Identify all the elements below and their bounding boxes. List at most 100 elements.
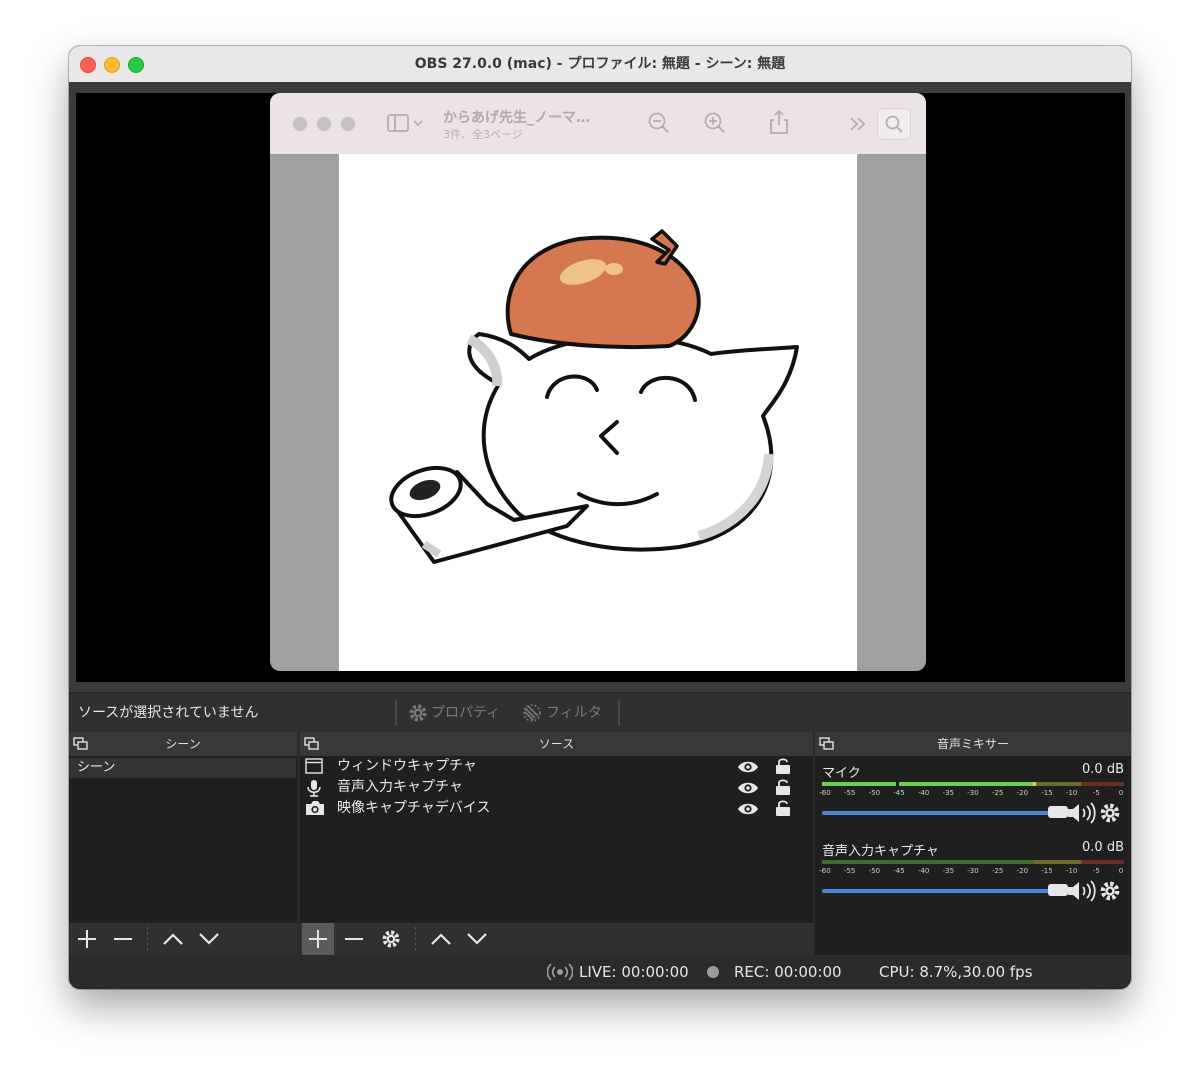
move-scene-down-button[interactable]	[193, 923, 225, 955]
volume-slider-knob[interactable]	[1048, 884, 1068, 896]
meter-tick-label: -35	[942, 867, 955, 875]
minus-icon	[114, 938, 132, 940]
scenes-dock: シーン シーン	[69, 732, 297, 955]
source-label: 音声入力キャプチャ	[337, 779, 463, 795]
meter-tick-label: 0	[1118, 789, 1124, 797]
unlocked-padlock-icon[interactable]	[775, 757, 791, 775]
audio-mixer-dock: 音声ミキサー マイク 0.0 dB -60 -55 -50 -45 -40 -35 -30-…	[815, 732, 1131, 955]
captured-toolbar: からあげ先生_ノーマ… 3件、全3ページ	[270, 93, 926, 154]
add-source-button[interactable]	[302, 923, 334, 955]
zoom-out-icon	[648, 112, 669, 133]
meter-tick-label: -60	[819, 789, 831, 797]
search-icon	[885, 115, 903, 133]
channel-db: 0.0 dB	[1082, 840, 1124, 855]
move-source-up-button[interactable]	[425, 923, 457, 955]
meter-tick-label: -50	[868, 789, 881, 797]
mixer-dock-header: 音声ミキサー	[815, 732, 1131, 756]
meter-tick-label: -30	[967, 867, 979, 875]
meter-background	[822, 860, 1124, 864]
move-scene-up-button[interactable]	[157, 923, 189, 955]
record-dot-icon	[707, 966, 719, 978]
source-properties-button[interactable]	[375, 923, 407, 955]
visibility-eye-icon[interactable]	[737, 781, 759, 795]
meter-ticks: -60 -55 -50 -45 -40 -35 -30 -25 -20 -15 -10 -5 0	[819, 867, 1124, 877]
microphone-icon	[307, 780, 321, 797]
meter-tick-label: -60	[819, 867, 831, 875]
minus-icon	[345, 938, 363, 940]
filters-button[interactable]: フィルタ	[521, 694, 602, 732]
zoom-in-icon	[704, 112, 725, 133]
captured-search-box	[877, 108, 911, 140]
volume-slider-knob[interactable]	[1048, 806, 1068, 818]
source-controls-bar: ソースが選択されていません プロパティ フィルタ	[69, 694, 1131, 732]
source-list-item[interactable]: ウィンドウキャプチャ	[300, 756, 813, 777]
controls-separator	[618, 700, 620, 726]
channel-db: 0.0 dB	[1082, 762, 1124, 777]
source-label: 映像キャプチャデバイス	[337, 800, 491, 816]
title-bar[interactable]: OBS 27.0.0 (mac) - プロファイル: 無題 - シーン: 無題	[69, 46, 1131, 83]
undock-icon[interactable]	[819, 737, 835, 751]
camera-icon	[306, 801, 324, 815]
undock-icon[interactable]	[73, 737, 89, 751]
plus-icon	[309, 930, 327, 948]
speaker-icon[interactable]	[1066, 880, 1096, 902]
meter-tick-label: -25	[991, 789, 1004, 797]
source-list-item[interactable]: 映像キャプチャデバイス	[300, 798, 813, 819]
move-source-down-button[interactable]	[461, 923, 493, 955]
cpu-fps-readout: CPU: 8.7%,30.00 fps	[879, 963, 1033, 981]
gear-icon[interactable]	[1099, 880, 1121, 902]
preview-area: からあげ先生_ノーマ… 3件、全3ページ	[69, 82, 1131, 692]
plus-icon	[78, 930, 96, 948]
captured-minimize-dot	[317, 117, 331, 131]
source-list-item[interactable]: 音声入力キャプチャ	[300, 777, 813, 798]
toolbar-divider	[415, 927, 417, 951]
remove-scene-button[interactable]	[107, 923, 139, 955]
add-scene-button[interactable]	[71, 923, 103, 955]
sources-dock-title: ソース	[538, 737, 575, 751]
source-label: ウィンドウキャプチャ	[337, 758, 477, 774]
meter-tick-label: -55	[843, 867, 856, 875]
meter-tick-label: -45	[893, 789, 905, 797]
scene-list-item[interactable]: シーン	[69, 758, 296, 778]
speaker-icon[interactable]	[1066, 802, 1096, 824]
captured-document-page	[339, 154, 857, 671]
sidebar-toggle-icon	[387, 114, 423, 132]
filters-label: フィルタ	[546, 705, 602, 721]
remove-source-button[interactable]	[338, 923, 370, 955]
meter-tick-label: -20	[1016, 867, 1029, 875]
volume-slider[interactable]	[822, 884, 1068, 896]
volume-slider[interactable]	[822, 806, 1068, 818]
share-icon	[770, 109, 788, 134]
visibility-eye-icon[interactable]	[737, 802, 759, 816]
sources-dock: ソース ウィンドウキャプチャ 音声入力キャプチャ 映像キャプチャデバイス	[300, 732, 813, 955]
meter-tick-label: -5	[1092, 867, 1100, 875]
scenes-toolbar	[69, 923, 297, 955]
unlocked-padlock-icon[interactable]	[775, 778, 791, 796]
meter-tick-label: -40	[917, 789, 930, 797]
properties-label: プロパティ	[431, 705, 501, 721]
window-capture-icon	[305, 758, 323, 774]
meter-tick-label: -45	[893, 867, 905, 875]
scenes-dock-title: シーン	[165, 737, 201, 751]
volume-meter	[822, 782, 1124, 786]
channel-name: 音声入力キャプチャ	[822, 844, 939, 859]
chevron-down-icon	[467, 933, 487, 945]
gear-icon	[409, 704, 427, 722]
meter-ticks: -60 -55 -50 -45 -40 -35 -30 -25 -20 -15 -10 -5 0	[819, 789, 1124, 799]
unlocked-padlock-icon[interactable]	[775, 799, 791, 817]
captured-document-title: からあげ先生_ノーマ…	[443, 110, 590, 126]
live-timer: LIVE: 00:00:00	[579, 963, 689, 981]
undock-icon[interactable]	[304, 737, 320, 751]
chevron-down-icon	[199, 933, 219, 945]
meter-tick-label: -10	[1065, 867, 1078, 875]
meter-tick-label: -15	[1041, 789, 1053, 797]
chevron-up-icon	[163, 933, 183, 945]
properties-button[interactable]: プロパティ	[408, 694, 500, 732]
meter-tick-label: -30	[967, 789, 979, 797]
visibility-eye-icon[interactable]	[737, 760, 759, 774]
obs-window: OBS 27.0.0 (mac) - プロファイル: 無題 - シーン: 無題 …	[69, 46, 1131, 989]
streaming-broadcast-icon	[547, 963, 573, 981]
gear-icon[interactable]	[1099, 802, 1121, 824]
preview-canvas[interactable]: からあげ先生_ノーマ… 3件、全3ページ	[76, 93, 1125, 682]
meter-gap	[895, 782, 899, 786]
